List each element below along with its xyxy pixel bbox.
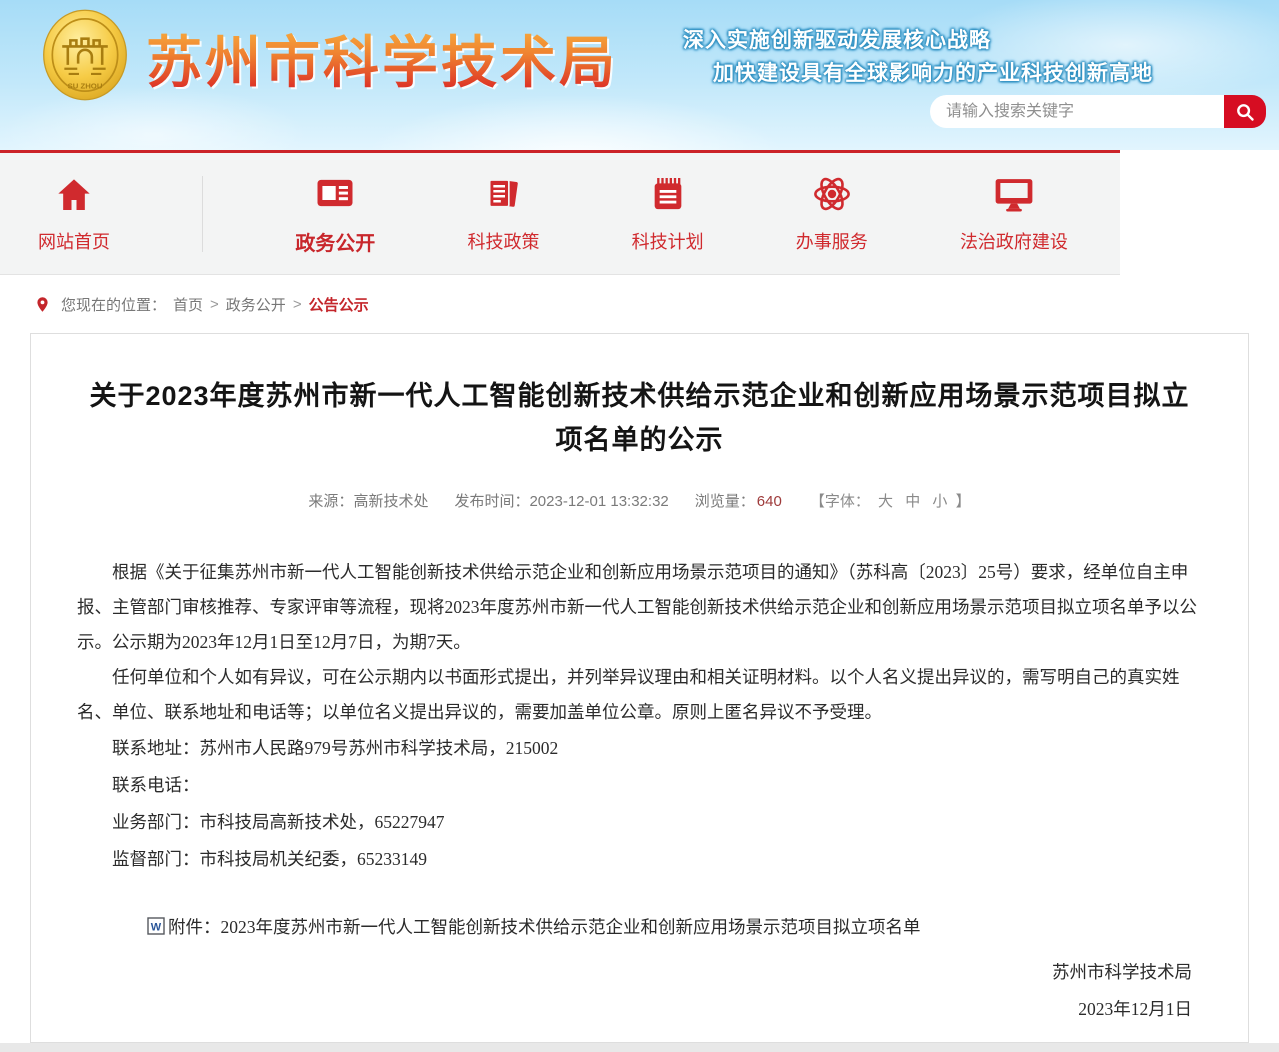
header-slogan: 深入实施创新驱动发展核心战略 加快建设具有全球影响力的产业科技创新高地 — [683, 24, 1153, 90]
slogan-line-2: 加快建设具有全球影响力的产业科技创新高地 — [713, 57, 1153, 90]
nav-item-tech-program[interactable]: 科技计划 — [632, 173, 704, 254]
nav-item-services[interactable]: 办事服务 — [796, 173, 868, 254]
suzhou-gate-logo-icon[interactable]: SU ZHOU — [42, 8, 128, 102]
search-input[interactable] — [930, 95, 1224, 128]
meta-source: 来源：高新技术处 — [308, 490, 428, 511]
search-button[interactable] — [1224, 95, 1266, 128]
nav-label-home: 网站首页 — [38, 228, 110, 254]
paragraph: 任何单位和个人如有异议，可在公示期内以书面形式提出，并列举异议理由和相关证明材料… — [77, 660, 1202, 730]
article-title: 关于2023年度苏州市新一代人工智能创新技术供给示范企业和创新应用场景示范项目拟… — [85, 374, 1195, 462]
home-icon — [54, 173, 94, 215]
atom-icon — [811, 173, 853, 215]
breadcrumb-label: 您现在的位置： — [61, 294, 166, 315]
page: SU ZHOU 苏州市科学技术局 深入实施创新驱动发展核心战略 加快建设具有全球… — [0, 0, 1279, 1052]
font-size-large-button[interactable]: 大 — [874, 493, 897, 510]
search-bar — [930, 95, 1266, 128]
nav-label-tech-program: 科技计划 — [632, 228, 704, 254]
nav-label-gov-disclosure: 政务公开 — [295, 227, 375, 256]
nav-label-services: 办事服务 — [796, 228, 868, 254]
breadcrumb-item-home[interactable]: 首页 — [173, 294, 203, 315]
nav-item-tech-policy[interactable]: 科技政策 — [467, 173, 539, 254]
meta-views: 浏览量：640 — [695, 490, 784, 511]
contact-phone: 联系电话： — [77, 767, 1202, 804]
main-nav: 网站首页 政务公开 — [0, 150, 1120, 275]
location-pin-icon — [34, 296, 51, 313]
signature-block: 苏州市科学技术局 2023年12月1日 — [77, 954, 1202, 1028]
search-icon — [1234, 101, 1256, 123]
contact-address: 联系地址：苏州市人民路979号苏州市科学技术局，215002 — [77, 730, 1202, 767]
breadcrumb-separator: > — [293, 296, 302, 313]
signature-org: 苏州市科学技术局 — [77, 954, 1192, 991]
bottom-strip — [0, 1043, 1279, 1052]
nav-label-rule-of-law: 法治政府建设 — [960, 228, 1068, 254]
attachment-row: W 附件：2023年度苏州市新一代人工智能创新技术供给示范企业和创新应用场景示范… — [77, 910, 1202, 948]
meta-publish-time: 发布时间：2023-12-01 13:32:32 — [454, 490, 668, 511]
breadcrumb: 您现在的位置： 首页 > 政务公开 > 公告公示 — [0, 275, 1279, 333]
nav-item-home[interactable]: 网站首页 — [38, 173, 110, 254]
notepad-icon — [648, 173, 688, 215]
documents-icon — [483, 173, 523, 215]
word-document-icon: W — [112, 913, 166, 948]
site-header: SU ZHOU 苏州市科学技术局 深入实施创新驱动发展核心战略 加快建设具有全球… — [0, 0, 1279, 150]
article-body: 根据《关于征集苏州市新一代人工智能创新技术供给示范企业和创新应用场景示范项目的通… — [77, 555, 1202, 1028]
nav-item-gov-disclosure[interactable]: 政务公开 — [295, 172, 375, 256]
font-size-medium-button[interactable]: 中 — [901, 493, 924, 510]
attachment-label: 附件： — [168, 917, 221, 937]
article-meta: 来源：高新技术处 发布时间：2023-12-01 13:32:32 浏览量：64… — [77, 490, 1202, 511]
nav-item-rule-of-law[interactable]: 法治政府建设 — [960, 173, 1068, 254]
font-size-control: 【字体： 大 中 小 】 — [810, 490, 971, 511]
breadcrumb-separator: > — [210, 296, 219, 313]
contact-supervision-dept: 监督部门：市科技局机关纪委，65233149 — [77, 841, 1202, 878]
attachment-link[interactable]: 2023年度苏州市新一代人工智能创新技术供给示范企业和创新应用场景示范项目拟立项… — [221, 917, 921, 937]
slogan-line-1: 深入实施创新驱动发展核心战略 — [683, 24, 1153, 57]
breadcrumb-item-announcements[interactable]: 公告公示 — [309, 294, 369, 315]
logo-text: SU ZHOU — [68, 82, 103, 91]
nav-label-tech-policy: 科技政策 — [467, 228, 539, 254]
breadcrumb-item-gov-disclosure[interactable]: 政务公开 — [226, 294, 286, 315]
views-count: 640 — [755, 493, 784, 510]
paragraph: 根据《关于征集苏州市新一代人工智能创新技术供给示范企业和创新应用场景示范项目的通… — [77, 555, 1202, 660]
font-size-small-button[interactable]: 小 — [928, 493, 951, 510]
site-title: 苏州市科学技术局 — [146, 18, 618, 99]
article-container: 关于2023年度苏州市新一代人工智能创新技术供给示范企业和创新应用场景示范项目拟… — [30, 333, 1249, 1043]
monitor-icon — [993, 173, 1035, 215]
contact-business-dept: 业务部门：市科技局高新技术处，65227947 — [77, 804, 1202, 841]
newspaper-icon — [314, 172, 356, 214]
signature-date: 2023年12月1日 — [77, 991, 1192, 1028]
nav-divider — [202, 176, 203, 252]
svg-text:W: W — [151, 922, 162, 934]
